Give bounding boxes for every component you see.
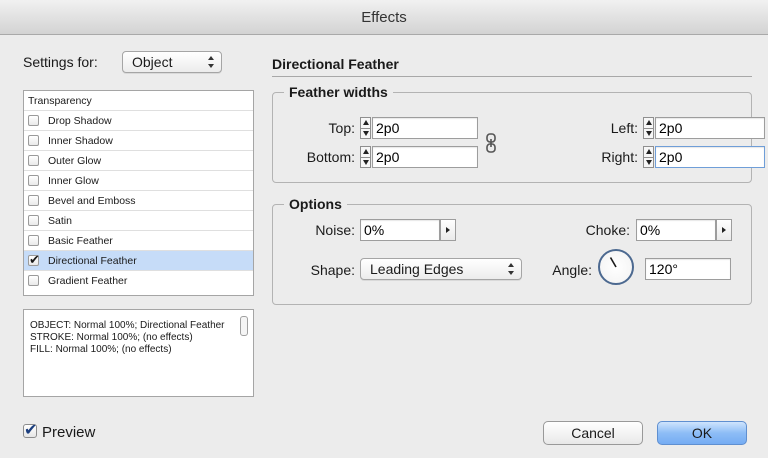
list-item-label: Gradient Feather — [48, 275, 128, 287]
shape-value: Leading Edges — [370, 261, 464, 277]
choke-label: Choke: — [585, 222, 630, 238]
list-item-label: Directional Feather — [48, 255, 137, 267]
inner-shadow-checkbox[interactable] — [28, 135, 39, 146]
list-item-bevel-and-emboss[interactable]: Bevel and Emboss — [24, 191, 253, 211]
right-stepper[interactable] — [643, 146, 654, 168]
ok-button[interactable]: OK — [657, 421, 747, 445]
updown-arrows-icon — [507, 263, 515, 275]
summary-scrollbar[interactable] — [240, 316, 248, 336]
title-bar: Effects — [0, 0, 768, 35]
settings-for-select[interactable]: Object — [122, 51, 222, 73]
list-item-inner-shadow[interactable]: Inner Shadow — [24, 131, 253, 151]
left-stepper[interactable] — [643, 117, 654, 139]
window-title: Effects — [361, 9, 407, 26]
list-item-directional-feather[interactable]: Directional Feather — [24, 251, 253, 271]
list-item-label: Outer Glow — [48, 155, 102, 167]
choke-slider-flyout-button[interactable] — [716, 219, 732, 241]
summary-fill: FILL: Normal 100%; (no effects) — [30, 344, 172, 355]
shape-label: Shape: — [310, 262, 355, 278]
left-field[interactable] — [655, 117, 765, 139]
list-item-label: Basic Feather — [48, 235, 113, 247]
shape-select[interactable]: Leading Edges — [360, 258, 522, 280]
chain-link-icon[interactable] — [485, 133, 497, 153]
options-legend: Options — [284, 196, 347, 212]
drop-shadow-checkbox[interactable] — [28, 115, 39, 126]
list-item-transparency[interactable]: Transparency — [24, 91, 253, 111]
top-label: Top: — [328, 120, 355, 136]
bottom-label: Bottom: — [306, 149, 355, 165]
inner-glow-checkbox[interactable] — [28, 175, 39, 186]
noise-field[interactable] — [360, 219, 440, 241]
updown-arrows-icon — [207, 56, 215, 68]
bottom-field[interactable] — [372, 146, 478, 168]
bottom-stepper[interactable] — [360, 146, 371, 168]
list-item-inner-glow[interactable]: Inner Glow — [24, 171, 253, 191]
list-item-label: Transparency — [28, 95, 92, 107]
top-stepper[interactable] — [360, 117, 371, 139]
angle-dial-needle — [609, 257, 617, 268]
settings-for-label: Settings for: — [23, 54, 98, 70]
list-item-drop-shadow[interactable]: Drop Shadow — [24, 111, 253, 131]
bevel-and-emboss-checkbox[interactable] — [28, 195, 39, 206]
list-item-basic-feather[interactable]: Basic Feather — [24, 231, 253, 251]
outer-glow-checkbox[interactable] — [28, 155, 39, 166]
right-label: Right: — [601, 149, 638, 165]
right-field[interactable] — [655, 146, 765, 168]
angle-dial[interactable] — [598, 249, 634, 285]
list-item-label: Inner Glow — [48, 175, 99, 187]
settings-for-value: Object — [132, 54, 173, 70]
noise-label: Noise: — [315, 222, 355, 238]
preview-checkbox[interactable] — [23, 420, 37, 440]
preview-label: Preview — [42, 424, 96, 441]
feather-widths-legend: Feather widths — [284, 84, 393, 100]
summary-text: OBJECT: Normal 100%; Directional Feather… — [30, 320, 235, 356]
noise-slider-flyout-button[interactable] — [440, 219, 456, 241]
left-label: Left: — [610, 120, 638, 136]
list-item-outer-glow[interactable]: Outer Glow — [24, 151, 253, 171]
panel-title: Directional Feather — [272, 56, 399, 72]
basic-feather-checkbox[interactable] — [28, 235, 39, 246]
effects-summary: OBJECT: Normal 100%; Directional Feather… — [23, 309, 254, 397]
effects-list: Transparency Drop Shadow Inner Shadow Ou… — [23, 90, 254, 296]
list-item-satin[interactable]: Satin — [24, 211, 253, 231]
satin-checkbox[interactable] — [28, 215, 39, 226]
list-item-label: Satin — [48, 215, 72, 227]
list-item-label: Inner Shadow — [48, 135, 113, 147]
cancel-button[interactable]: Cancel — [543, 421, 643, 445]
directional-feather-checkbox[interactable] — [28, 252, 40, 268]
list-item-gradient-feather[interactable]: Gradient Feather — [24, 271, 253, 291]
angle-field[interactable] — [645, 258, 731, 280]
panel-title-divider — [272, 76, 752, 77]
summary-stroke: STROKE: Normal 100%; (no effects) — [30, 332, 193, 343]
choke-field[interactable] — [636, 219, 716, 241]
summary-object: OBJECT: Normal 100%; Directional Feather — [30, 320, 225, 331]
list-item-label: Bevel and Emboss — [48, 195, 136, 207]
list-item-label: Drop Shadow — [48, 115, 112, 127]
top-field[interactable] — [372, 117, 478, 139]
angle-label: Angle: — [552, 262, 592, 278]
gradient-feather-checkbox[interactable] — [28, 275, 39, 286]
